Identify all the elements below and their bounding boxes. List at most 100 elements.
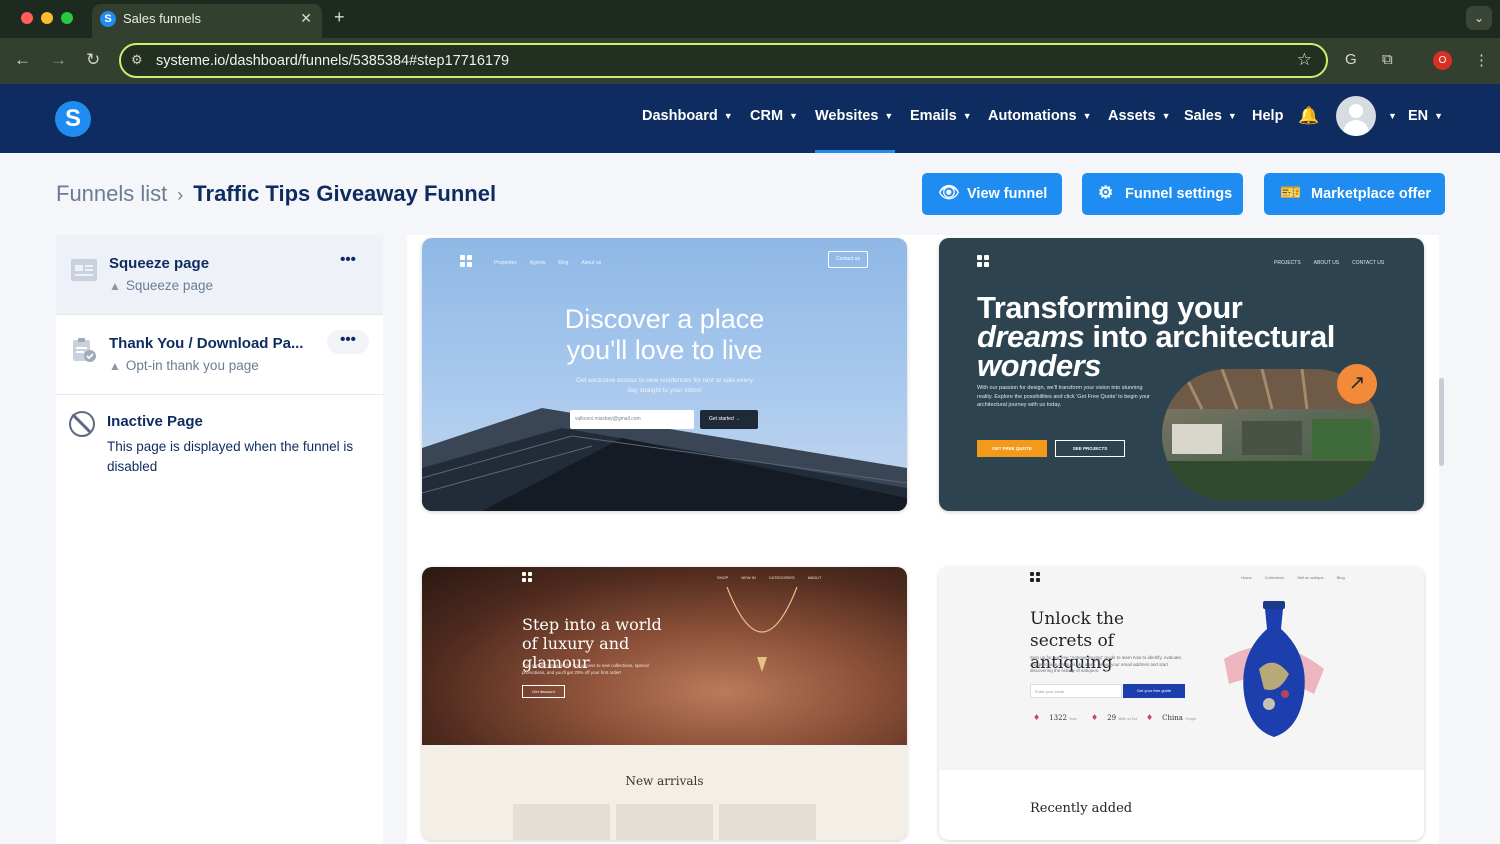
nav-help-label: Help [1252,108,1284,124]
language-selector[interactable]: EN ▼ [1408,108,1443,124]
nav-crm-label: CRM [750,108,784,124]
tab-close-icon[interactable]: ✕ [300,10,312,27]
template-nav-item: ABOUT US [1313,260,1340,266]
nav-help[interactable]: Help [1252,108,1283,124]
funnel-settings-button[interactable]: ⚙ Funnel settings [1082,173,1243,215]
template-nav-item: About us [581,260,602,266]
tab-search-chevron-icon[interactable]: ⌄ [1466,6,1492,30]
notification-bell-icon[interactable]: 🔔 [1298,106,1319,126]
template-nav-item: Blog [1336,575,1345,580]
template-nav: Properties Agents Blog About us [494,260,614,266]
reload-icon[interactable]: ↻ [86,50,100,70]
address-url[interactable]: systeme.io/dashboard/funnels/5385384#ste… [156,53,509,69]
ban-icon [69,411,95,437]
address-bar[interactable]: ⚙ systeme.io/dashboard/funnels/5385384#s… [119,43,1328,78]
nav-assets[interactable]: Assets ▼ [1108,108,1170,124]
template-nav-item: Collections [1264,575,1285,580]
new-tab-icon[interactable]: + [334,7,345,28]
gear-icon: ⚙ [1098,183,1114,202]
origin-icon: ♦ [1146,713,1154,722]
nav-automations-label: Automations [988,108,1077,124]
template-email-field: Enter your email [1030,684,1122,698]
page-title: Traffic Tips Giveaway Funnel [193,181,497,206]
step-more-options-icon[interactable]: ••• [327,330,369,354]
active-nav-indicator [815,150,895,153]
back-arrow-icon[interactable]: ← [14,50,31,70]
window-zoom-dot[interactable] [61,12,73,24]
inactive-page-step[interactable]: Inactive Page This page is displayed whe… [56,395,383,485]
chevron-down-icon: ▼ [884,111,894,121]
avatar-body-shape [1343,120,1369,136]
funnel-step-thank-you[interactable]: Thank You / Download Pa... ▲ Opt-in thank… [56,315,383,395]
marketplace-offer-button[interactable]: 🎫 Marketplace offer [1264,173,1445,215]
pin-icon: ♦ [1091,713,1099,722]
brand-logo-icon [460,255,472,267]
nav-websites[interactable]: Websites ▼ [815,108,893,124]
breadcrumb-chevron-icon: › [177,185,184,205]
template-section-title: Recently added [1030,801,1133,816]
browser-tab[interactable]: S Sales funnels ✕ [92,4,322,38]
template-cta-button: Get your free guide [1123,684,1185,698]
nav-crm[interactable]: CRM ▼ [750,108,798,124]
stat-label: Year [1069,717,1078,721]
scrollbar-thumb[interactable] [1439,378,1444,466]
nav-emails[interactable]: Emails ▼ [910,108,972,124]
step-title: Thank You / Download Pa... [109,335,304,352]
template-stat: ♦ 29 Bids so far [1091,713,1137,722]
avatar-menu-chevron-icon[interactable]: ▼ [1382,108,1397,124]
template-card-antiques[interactable]: Home Collections Sell an antique Blog Unloc… [939,567,1424,840]
site-settings-icon[interactable]: ⚙ [131,52,143,68]
template-card-real-estate[interactable]: Properties Agents Blog About us Contact us … [422,238,907,511]
headline-line: into architectural [1084,319,1335,354]
template-nav-item: Blog [558,260,569,266]
step-more-options-icon[interactable]: ••• [327,250,369,274]
step-type: ▲ Opt-in thank you page [109,358,259,373]
nav-automations[interactable]: Automations ▼ [988,108,1092,124]
stat-value: 1322 [1049,714,1067,722]
browser-menu-icon[interactable]: ⋮ [1474,51,1489,69]
template-nav: PROJECTS ABOUT US CONTACT US [1274,260,1397,266]
forward-arrow-icon[interactable]: → [50,50,67,70]
browser-tab-bar: S Sales funnels ✕ + ⌄ [0,0,1500,38]
template-subtext: Join our VIP email list for first access… [522,663,649,675]
tab-title: Sales funnels [123,11,202,26]
bookmark-star-icon[interactable]: ☆ [1297,50,1312,70]
page-layout-icon [71,259,97,281]
template-card-architecture[interactable]: PROJECTS ABOUT US CONTACT US Transforming … [939,238,1424,511]
grammarly-extension-icon[interactable]: G [1345,51,1357,68]
template-headline: Discover a place you'll love to live [564,304,765,365]
breadcrumb-funnels-list[interactable]: Funnels list [56,181,167,206]
bid-icon: ♦ [1033,713,1041,722]
app-header: S Dashboard ▼ CRM ▼ Websites ▼ Emails ▼ Auto… [0,84,1500,153]
template-card-jewelry[interactable]: SHOP NEW IN CATEGORIES ABOUT Step into a wo… [422,567,907,840]
extensions-puzzle-icon[interactable]: ⧉ [1382,51,1393,68]
view-funnel-button[interactable]: 👁 View funnel [922,173,1062,215]
template-nav-item: PROJECTS [1274,260,1301,266]
nav-dashboard[interactable]: Dashboard ▼ [642,108,733,124]
template-nav-item: SHOP [717,575,729,580]
window-minimize-dot[interactable] [41,12,53,24]
template-headline: Transforming your dreams into architectu… [977,292,1335,383]
chevron-down-icon: ▼ [1082,111,1092,121]
headline-emphasis: wonders [977,348,1101,383]
template-nav-item: Agents [529,260,546,266]
profile-badge-icon[interactable]: O [1433,51,1452,70]
nav-sales[interactable]: Sales ▼ [1184,108,1237,124]
user-avatar[interactable] [1336,96,1376,136]
template-nav-item: Sell an antique [1297,575,1324,580]
template-nav-item: Home [1241,575,1252,580]
template-nav-item: CONTACT US [1352,260,1385,266]
product-tile [719,804,816,840]
vase-image [1224,601,1324,737]
window-close-dot[interactable] [21,12,33,24]
product-tile [513,804,610,840]
chevron-down-icon: ▼ [1388,111,1397,121]
template-subtext: With our passion for design, we'll trans… [977,385,1150,408]
stat-label: Bids so far [1118,717,1138,721]
template-nav-item: ABOUT [807,575,822,580]
funnel-step-squeeze[interactable]: Squeeze page ▲ Squeeze page ••• [56,235,383,315]
chevron-down-icon: ▼ [1227,111,1237,121]
nav-sales-label: Sales [1184,108,1222,124]
systeme-favicon-icon: S [100,11,116,27]
systeme-logo[interactable]: S [55,101,91,137]
